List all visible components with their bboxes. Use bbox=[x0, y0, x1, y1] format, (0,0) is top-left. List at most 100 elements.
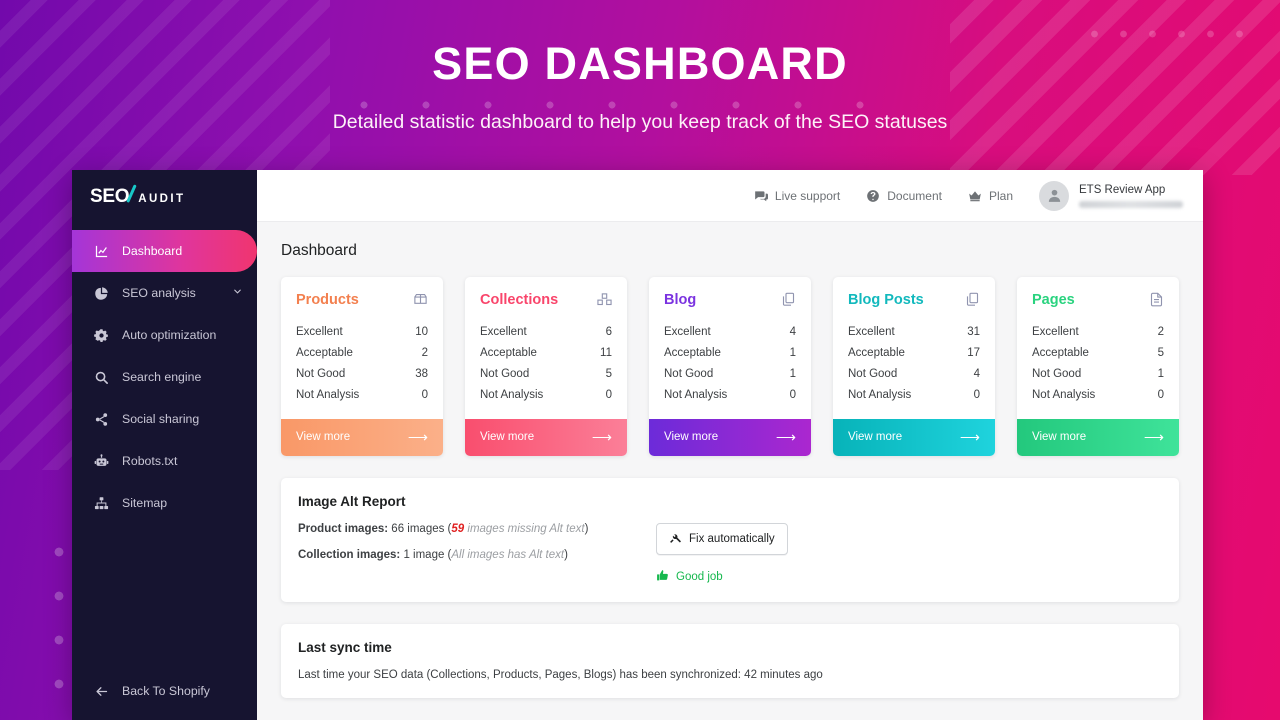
product-images-line: Product images: 66 images (59 images mis… bbox=[298, 523, 628, 535]
stat-row: Not Analysis 0 bbox=[296, 385, 428, 406]
arrow-left-icon bbox=[94, 684, 114, 699]
hero-banner: SEO DASHBOARD Detailed statistic dashboa… bbox=[0, 0, 1280, 170]
card-header: Pages bbox=[1017, 277, 1179, 315]
last-sync-text: Last time your SEO data (Collections, Pr… bbox=[298, 668, 823, 681]
topbar-link-label: Plan bbox=[988, 188, 1013, 203]
view-more-button-collections[interactable]: View more ⟶ bbox=[465, 418, 627, 456]
sidebar-item-label: Robots.txt bbox=[122, 454, 178, 468]
copy-icon bbox=[965, 292, 980, 312]
sidebar-item-label: Social sharing bbox=[122, 412, 200, 426]
good-job-label: Good job bbox=[676, 570, 723, 583]
chart-line-icon bbox=[94, 244, 114, 259]
arrow-right-icon: ⟶ bbox=[775, 429, 796, 446]
stat-row-label: Excellent bbox=[848, 325, 895, 338]
stat-row: Excellent 2 bbox=[1032, 321, 1164, 342]
stat-row: Acceptable 2 bbox=[296, 342, 428, 363]
sidebar-item-search-engine[interactable]: Search engine bbox=[72, 356, 257, 398]
stat-row-label: Not Analysis bbox=[480, 389, 544, 402]
view-more-label: View more bbox=[1032, 431, 1087, 444]
last-sync-panel: Last sync time Last time your SEO data (… bbox=[281, 623, 1179, 698]
stat-row-value: 2 bbox=[1157, 325, 1164, 338]
stat-row-value: 4 bbox=[973, 367, 980, 380]
product-images-missing-text: images missing Alt text bbox=[464, 522, 585, 535]
collection-images-close-paren: ) bbox=[564, 548, 568, 561]
stat-row-value: 0 bbox=[973, 389, 980, 402]
sidebar-item-label: Dashboard bbox=[122, 244, 183, 258]
stat-row-label: Excellent bbox=[480, 325, 527, 338]
sidebar-nav: Dashboard SEO analysis Auto optimization Se… bbox=[72, 230, 257, 524]
view-more-label: View more bbox=[848, 431, 903, 444]
stat-row-label: Not Analysis bbox=[848, 389, 912, 402]
stat-row-value: 1 bbox=[1157, 367, 1164, 380]
good-job-status: Good job bbox=[656, 569, 788, 585]
stat-row-value: 2 bbox=[421, 346, 428, 359]
stat-row-label: Acceptable bbox=[296, 346, 353, 359]
collection-images-note: All images has Alt text bbox=[451, 548, 565, 561]
stat-row: Not Good 5 bbox=[480, 363, 612, 384]
view-more-button-products[interactable]: View more ⟶ bbox=[281, 418, 443, 456]
sidebar-item-dashboard[interactable]: Dashboard bbox=[72, 230, 257, 272]
view-more-button-blog[interactable]: View more ⟶ bbox=[649, 418, 811, 456]
stat-row-label: Acceptable bbox=[848, 346, 905, 359]
gears-icon bbox=[94, 328, 114, 343]
stat-cards: Products Excellent 10 Acceptable 2 Not Good 38… bbox=[281, 277, 1179, 456]
topbar: Live support Document Plan ETS Review App bbox=[257, 170, 1203, 222]
alt-report-actions: Fix automatically Good job bbox=[628, 522, 788, 585]
sitemap-icon bbox=[94, 496, 114, 511]
view-more-label: View more bbox=[480, 431, 535, 444]
user-menu[interactable]: ETS Review App bbox=[1039, 180, 1183, 211]
search-icon bbox=[94, 370, 114, 385]
stat-row-value: 0 bbox=[605, 389, 612, 402]
arrow-right-icon: ⟶ bbox=[407, 429, 428, 446]
stat-row-value: 5 bbox=[1157, 346, 1164, 359]
image-alt-report-panel: Image Alt Report Product images: 66 imag… bbox=[281, 477, 1179, 602]
stat-row-value: 1 bbox=[789, 346, 796, 359]
stat-row: Not Good 1 bbox=[664, 363, 796, 384]
topbar-link-plan[interactable]: Plan bbox=[968, 189, 1013, 203]
card-header: Blog bbox=[649, 277, 811, 315]
crown-icon bbox=[968, 189, 982, 203]
topbar-links: Live support Document Plan bbox=[754, 189, 1039, 203]
chevron-down-icon[interactable] bbox=[232, 286, 243, 300]
question-circle-icon bbox=[866, 189, 880, 203]
stat-row-label: Acceptable bbox=[480, 346, 537, 359]
topbar-link-live-support[interactable]: Live support bbox=[754, 189, 840, 203]
stat-card-collections: Collections Excellent 6 Acceptable 11 Not Goo… bbox=[465, 277, 627, 456]
sidebar-item-label: SEO analysis bbox=[122, 286, 196, 300]
stat-row-value: 10 bbox=[415, 325, 428, 338]
sidebar-item-auto-optimization[interactable]: Auto optimization bbox=[72, 314, 257, 356]
stat-row: Not Analysis 0 bbox=[664, 385, 796, 406]
sidebar-item-seo-analysis[interactable]: SEO analysis bbox=[72, 272, 257, 314]
banner-subtitle: Detailed statistic dashboard to help you… bbox=[332, 111, 948, 133]
sidebar-item-label: Search engine bbox=[122, 370, 202, 384]
product-images-close-paren: ) bbox=[584, 522, 589, 535]
sidebar-item-back-to-shopify[interactable]: Back To Shopify bbox=[72, 670, 257, 712]
stat-row: Not Good 1 bbox=[1032, 363, 1164, 384]
card-stats: Excellent 4 Acceptable 1 Not Good 1 Not Analys… bbox=[649, 315, 811, 419]
view-more-button-blog-posts[interactable]: View more ⟶ bbox=[833, 418, 995, 456]
view-more-button-pages[interactable]: View more ⟶ bbox=[1017, 418, 1179, 456]
stat-row: Acceptable 11 bbox=[480, 342, 612, 363]
fix-automatically-button[interactable]: Fix automatically bbox=[656, 522, 788, 555]
stat-row-label: Acceptable bbox=[664, 346, 721, 359]
chat-icon bbox=[754, 189, 768, 203]
content-scroll: Dashboard Products Excellent 10 Acceptable 2… bbox=[257, 222, 1203, 720]
arrow-right-icon: ⟶ bbox=[1143, 429, 1164, 446]
view-more-label: View more bbox=[664, 431, 719, 444]
stat-row: Not Analysis 0 bbox=[1032, 385, 1164, 406]
sidebar-footer: Back To Shopify bbox=[72, 670, 257, 720]
topbar-link-document[interactable]: Document bbox=[866, 189, 942, 203]
fix-automatically-label: Fix automatically bbox=[689, 532, 775, 545]
stat-row-label: Not Analysis bbox=[664, 389, 728, 402]
sidebar-item-social-sharing[interactable]: Social sharing bbox=[72, 398, 257, 440]
stat-row: Excellent 10 bbox=[296, 321, 428, 342]
sidebar-item-robots-txt[interactable]: Robots.txt bbox=[72, 440, 257, 482]
card-stats: Excellent 31 Acceptable 17 Not Good 4 Not Anal… bbox=[833, 315, 995, 419]
sidebar-item-label: Auto optimization bbox=[122, 328, 217, 342]
stat-row: Acceptable 5 bbox=[1032, 342, 1164, 363]
app-logo: SEO AUDIT bbox=[72, 170, 257, 224]
card-stats: Excellent 2 Acceptable 5 Not Good 1 Not Analys… bbox=[1017, 315, 1179, 419]
sidebar-item-sitemap[interactable]: Sitemap bbox=[72, 482, 257, 524]
stat-row-value: 31 bbox=[967, 325, 980, 338]
card-header: Blog Posts bbox=[833, 277, 995, 315]
